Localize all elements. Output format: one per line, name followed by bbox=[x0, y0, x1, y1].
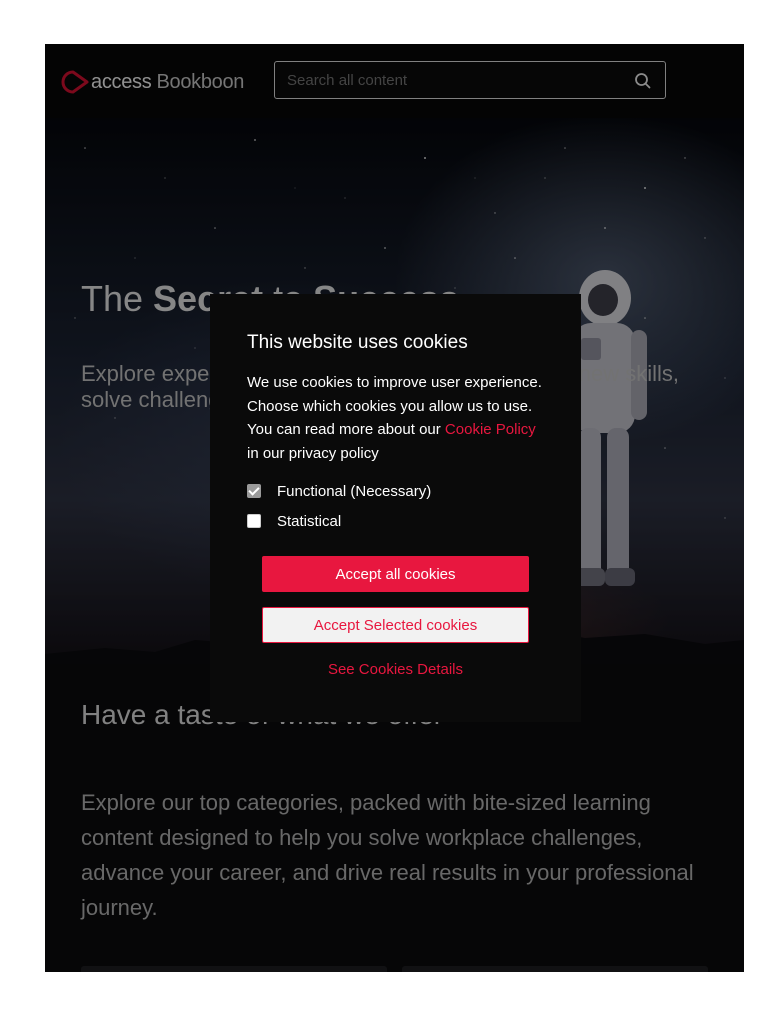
functional-cookies-option[interactable]: Functional (Necessary) bbox=[247, 482, 431, 500]
accept-all-cookies-button[interactable]: Accept all cookies bbox=[262, 556, 529, 592]
statistical-label: Statistical bbox=[277, 512, 342, 530]
functional-checkbox[interactable] bbox=[247, 484, 261, 498]
accept-selected-cookies-button[interactable]: Accept Selected cookies bbox=[262, 607, 529, 643]
functional-label: Functional (Necessary) bbox=[277, 482, 432, 500]
cookie-dialog-title: This website uses cookies bbox=[247, 332, 468, 353]
statistical-checkbox[interactable] bbox=[247, 514, 261, 528]
see-cookie-details-link[interactable]: See Cookies Details bbox=[210, 661, 581, 678]
cookie-dialog-text: We use cookies to improve user experienc… bbox=[247, 374, 542, 462]
statistical-cookies-option[interactable]: Statistical bbox=[247, 512, 341, 530]
cookie-consent-dialog: This website uses cookies We use cookies… bbox=[210, 294, 581, 722]
cookie-policy-link[interactable]: Cookie Policy bbox=[445, 421, 536, 438]
